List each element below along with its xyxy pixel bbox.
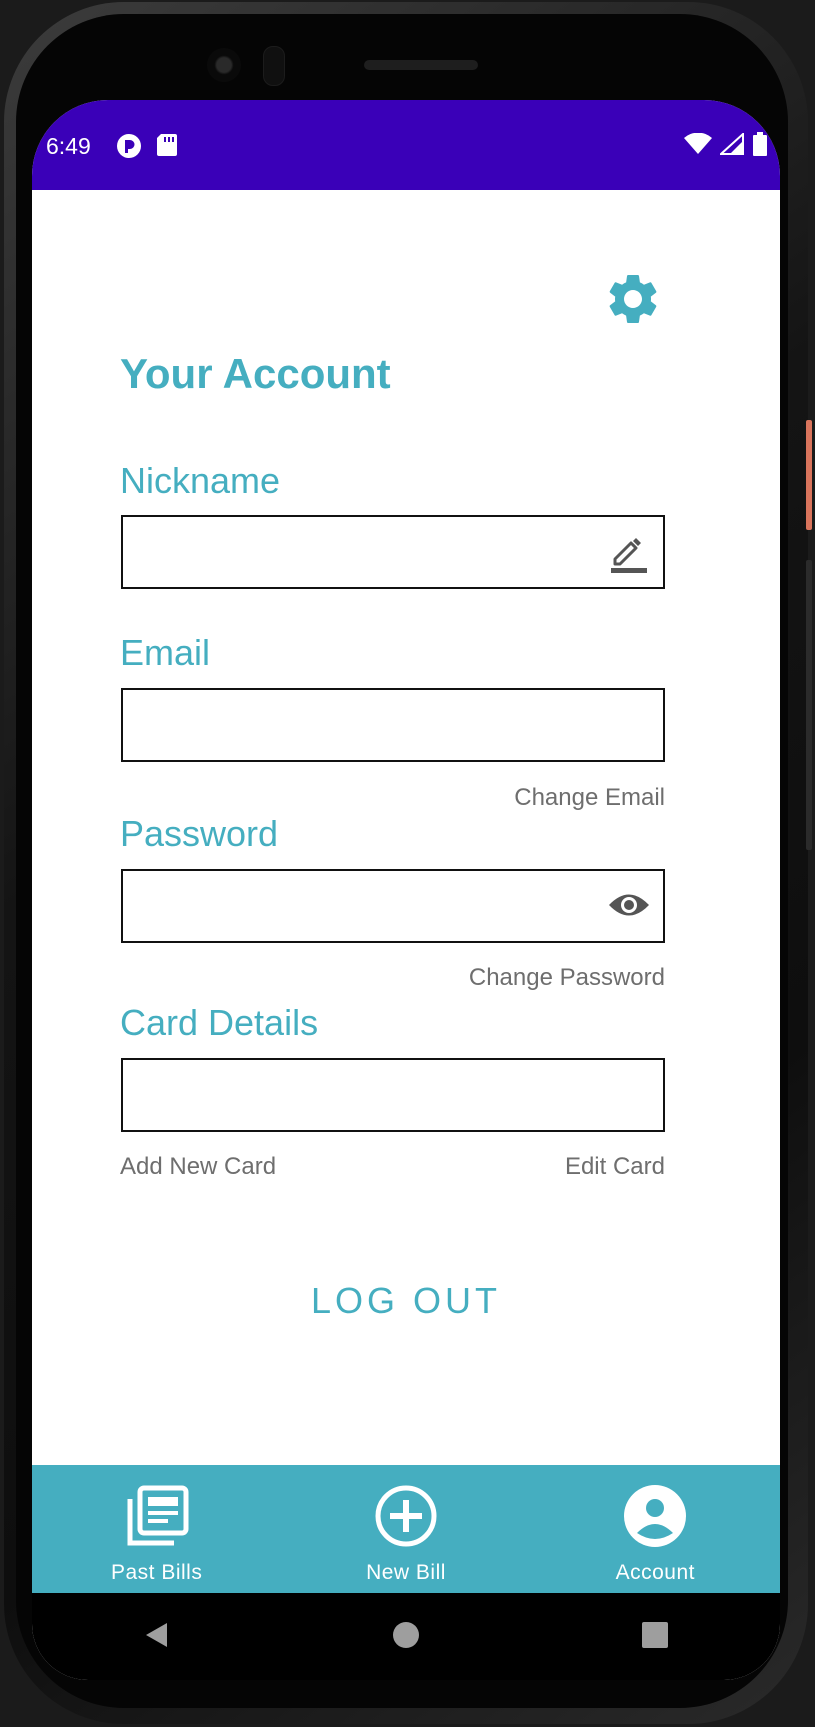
bottom-navigation: Past Bills New Bill Account <box>32 1465 780 1593</box>
email-field[interactable] <box>121 688 665 762</box>
nav-item-new-bill[interactable]: New Bill <box>281 1465 530 1593</box>
back-triangle-icon <box>142 1620 172 1654</box>
account-content: Your Account Nickname Email Change Email… <box>32 190 780 1565</box>
nickname-field[interactable] <box>121 515 665 589</box>
front-camera-icon <box>207 48 241 82</box>
system-navigation-bar <box>32 1593 780 1680</box>
card-details-label: Card Details <box>120 1002 319 1043</box>
add-new-card-link[interactable]: Add New Card <box>120 1153 276 1181</box>
nav-label-past-bills: Past Bills <box>110 1561 203 1584</box>
edit-card-link[interactable]: Edit Card <box>565 1153 665 1181</box>
device-screenshot: 6:49 Your Account Nickname Email Change … <box>0 0 815 1727</box>
nav-item-account[interactable]: Account <box>531 1465 780 1593</box>
sd-card-icon <box>156 133 178 163</box>
password-field[interactable] <box>121 869 665 943</box>
email-label: Email <box>120 632 211 673</box>
status-left-icons <box>116 133 178 163</box>
status-time: 6:49 <box>46 133 91 159</box>
cell-signal-icon <box>718 131 744 159</box>
notification-app-icon <box>116 133 142 163</box>
recents-button[interactable] <box>625 1607 685 1667</box>
bills-stack-icon <box>124 1483 190 1553</box>
home-button[interactable] <box>376 1607 436 1667</box>
power-button <box>806 420 812 530</box>
toggle-password-visibility-button[interactable] <box>605 883 653 931</box>
nav-label-account: Account <box>615 1561 696 1584</box>
eye-icon <box>607 890 651 924</box>
password-input[interactable] <box>131 879 575 935</box>
battery-icon <box>752 132 768 160</box>
earpiece-speaker <box>364 60 478 70</box>
plus-circle-icon <box>373 1483 439 1553</box>
change-password-link[interactable]: Change Password <box>469 964 665 992</box>
account-circle-icon <box>622 1483 688 1553</box>
page-title: Your Account <box>120 350 391 397</box>
logout-button[interactable]: LOG OUT <box>32 1280 780 1322</box>
wifi-icon <box>684 132 712 159</box>
change-email-link[interactable]: Change Email <box>514 784 665 812</box>
status-bar: 6:49 <box>32 100 780 190</box>
app-screen: 6:49 Your Account Nickname Email Change … <box>32 100 780 1680</box>
recents-square-icon <box>640 1620 670 1654</box>
volume-button <box>806 560 812 850</box>
password-label: Password <box>120 813 279 854</box>
nickname-input[interactable] <box>131 525 575 581</box>
nav-label-new-bill: New Bill <box>366 1561 446 1584</box>
settings-button[interactable] <box>600 268 666 334</box>
nav-item-past-bills[interactable]: Past Bills <box>32 1465 281 1593</box>
edit-pencil-icon <box>607 529 651 577</box>
home-circle-icon <box>391 1620 421 1654</box>
status-right-icons <box>684 131 768 160</box>
edit-nickname-button[interactable] <box>605 529 653 577</box>
proximity-sensor <box>263 46 285 86</box>
card-details-input[interactable] <box>131 1068 575 1124</box>
gear-icon <box>603 269 663 333</box>
nickname-label: Nickname <box>120 460 281 501</box>
back-button[interactable] <box>127 1607 187 1667</box>
email-input[interactable] <box>131 698 575 754</box>
card-details-field[interactable] <box>121 1058 665 1132</box>
